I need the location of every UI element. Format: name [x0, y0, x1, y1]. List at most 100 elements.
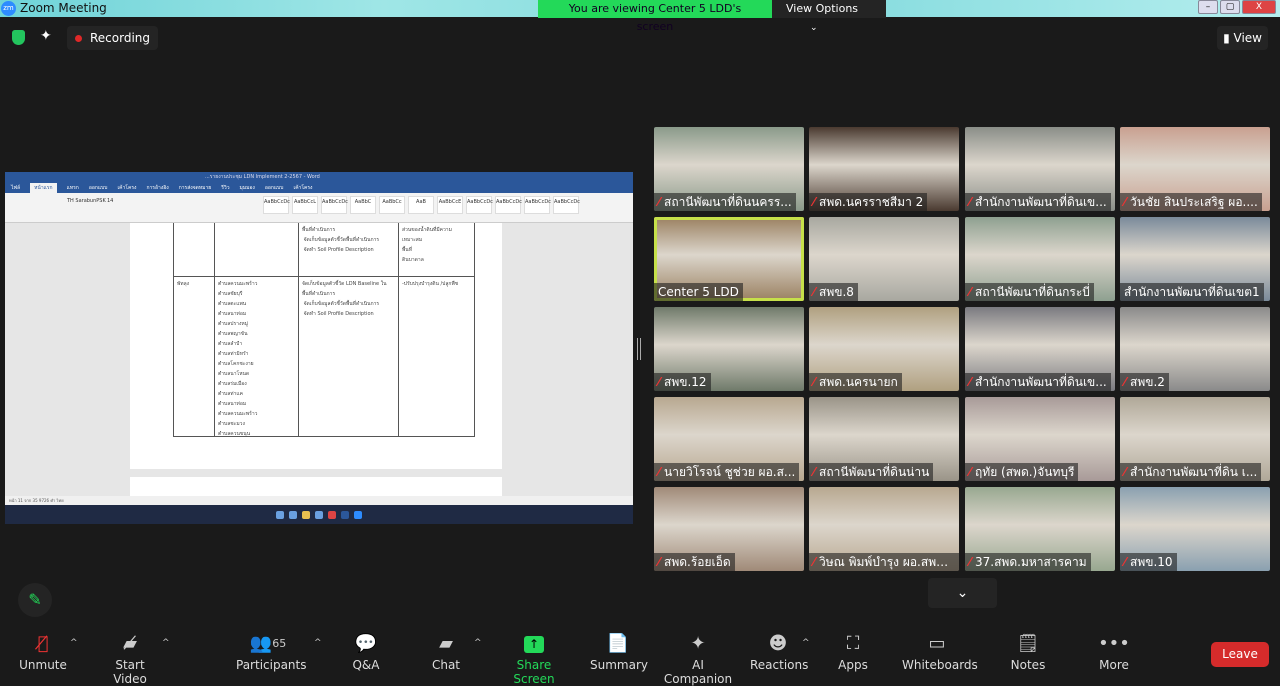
participant-name-tag: ⁄ สพด.ร้อยเอ็ด	[654, 553, 735, 571]
close-button[interactable]: X	[1242, 0, 1276, 14]
ai-sparkle-icon[interactable]: ✦	[40, 28, 52, 44]
participant-name: สพข.12	[664, 375, 707, 389]
participant-name-tag: ⁄ สพข.2	[1120, 373, 1169, 391]
participant-name: สพข.2	[1130, 375, 1165, 389]
gallery-next-page-button[interactable]: ⌄	[928, 578, 997, 608]
participant-name: 37.สพด.มหาสารคาม	[975, 555, 1087, 569]
participant-video-tile[interactable]: ⁄ สถานีพัฒนาที่ดินกระบี่	[965, 217, 1115, 301]
mic-muted-icon: ⁄	[969, 555, 972, 569]
style-preset: AaBbCcL	[292, 196, 318, 214]
participant-video-tile[interactable]: ⁄ นายวิโรจน์ ชูช่วย ผอ.ส...	[654, 397, 804, 481]
recording-indicator[interactable]: Recording	[67, 26, 159, 50]
qa-button[interactable]: 💬 Q&A	[346, 630, 386, 675]
chat-icon: ▰	[439, 633, 453, 654]
participant-video-tile[interactable]: ⁄ วันชัย สินประเสริฐ ผอ....	[1120, 127, 1270, 211]
more-dots-icon: •••	[1098, 633, 1130, 654]
annotate-pen-button[interactable]: ✎	[18, 583, 52, 617]
leave-button[interactable]: Leave	[1211, 642, 1269, 667]
participant-name-tag: ⁄ สถานีพัฒนาที่ดินนครร...	[654, 193, 796, 211]
participant-video-tile[interactable]: ⁄ สถานีพัฒนาที่ดินน่าน	[809, 397, 959, 481]
chat-caret[interactable]: ^	[474, 638, 482, 648]
view-button[interactable]: ▮ View	[1217, 26, 1268, 50]
word-tab: หน้าแรก	[30, 183, 57, 193]
word-tab: เค้าโครง	[117, 185, 137, 191]
table-cell: พัทลุง	[177, 281, 190, 287]
participant-name-tag: ⁄ สำนักงานพัฒนาที่ดิน เ...	[1120, 463, 1262, 481]
participants-icon: 👥65	[249, 633, 287, 654]
word-tab: ออกแบบ	[88, 185, 108, 191]
minimize-button[interactable]: –	[1198, 0, 1218, 14]
participants-label: Participants	[236, 658, 307, 672]
participant-video-tile[interactable]: ⁄ สพด.นครนายก	[809, 307, 959, 391]
audio-options-caret[interactable]: ^	[70, 638, 78, 648]
unmute-label: Unmute	[19, 658, 67, 672]
participant-video-tile[interactable]: ⁄ สพข.12	[654, 307, 804, 391]
maximize-button[interactable]: ▢	[1220, 0, 1240, 14]
reactions-label: Reactions	[750, 658, 809, 672]
participant-video-tile[interactable]: ⁄ วิษณ พิมพ์บำรุง ผอ.สพด...	[809, 487, 959, 571]
chat-button[interactable]: ▰ Chat	[426, 630, 466, 675]
video-options-caret[interactable]: ^	[162, 638, 170, 648]
style-preset: AaBbCcE	[437, 196, 463, 214]
start-video-button[interactable]: ▰̸ Start Video	[98, 630, 162, 686]
mic-muted-icon: ⁄	[969, 285, 972, 299]
document-table: พื้นที่ดำเนินการ จัดเก็บข้อมูลตัวชี้วัดพ…	[173, 223, 475, 437]
apps-icon: ⛶	[846, 633, 860, 654]
style-preset: AaBbCcDc	[495, 196, 522, 214]
participant-video-tile[interactable]: ⁄ สพข.8	[809, 217, 959, 301]
participant-name: สถานีพัฒนาที่ดินนครร...	[664, 195, 792, 209]
mic-muted-icon: ⁄	[658, 555, 661, 569]
participant-name-tag: ⁄ สพข.10	[1120, 553, 1177, 571]
participant-video-tile[interactable]: ⁄ สพด.นครราชสีมา 2	[809, 127, 959, 211]
mic-muted-icon: ⁄	[969, 375, 972, 389]
participant-name: สพด.นครราชสีมา 2	[819, 195, 924, 209]
ai-companion-button[interactable]: ✦ AI Companion	[660, 630, 736, 686]
more-button[interactable]: ••• More	[1094, 630, 1134, 675]
participant-video-tile[interactable]: Center 5 LDD	[654, 217, 804, 301]
video-off-icon: ▰̸	[123, 633, 137, 654]
participant-name-tag: ⁄ สพด.นครราชสีมา 2	[809, 193, 928, 211]
notes-icon: 🗒	[1016, 633, 1040, 654]
microphone-muted-icon: 🎙̸	[37, 633, 49, 654]
participant-video-tile[interactable]: สำนักงานพัฒนาที่ดินเขต1	[1120, 217, 1270, 301]
notes-button[interactable]: 🗒 Notes	[1008, 630, 1048, 675]
participant-name: สพข.10	[1130, 555, 1173, 569]
summary-button[interactable]: 📄 Summary	[590, 630, 648, 675]
whiteboards-button[interactable]: ▭ Whiteboards	[902, 630, 978, 675]
shared-screen[interactable]: ...รายงานประชุม LDN Implement 2-2567 - W…	[5, 172, 633, 524]
participant-name: สำนักงานพัฒนาที่ดิน เ...	[1130, 465, 1258, 479]
reactions-button[interactable]: ☻ Reactions	[750, 630, 809, 675]
window-title-bar: zm Zoom Meeting You are viewing Center 5…	[0, 0, 1280, 33]
search-icon	[289, 510, 297, 519]
share-screen-button[interactable]: ↑ Share Screen	[498, 630, 570, 686]
unmute-button[interactable]: 🎙̸ Unmute	[18, 630, 68, 675]
view-options-button[interactable]: View Options ⌄	[772, 0, 886, 33]
participant-video-tile[interactable]: ⁄ สำนักงานพัฒนาที่ดินเข...	[965, 307, 1115, 391]
participant-name: สถานีพัฒนาที่ดินกระบี่	[975, 285, 1090, 299]
style-preset: AaB	[408, 196, 434, 214]
participant-video-tile[interactable]: ⁄ สถานีพัฒนาที่ดินนครร...	[654, 127, 804, 211]
share-arrow-icon: ↑	[524, 635, 544, 653]
reactions-caret[interactable]: ^	[802, 638, 810, 648]
styles-gallery: AaBbCcDc AaBbCcL AaBbCcDc AaBbC AaBbCc AaB AaB…	[263, 196, 580, 214]
participants-caret[interactable]: ^	[314, 638, 322, 648]
participant-video-tile[interactable]: ⁄ สำนักงานพัฒนาที่ดินเข...	[965, 127, 1115, 211]
grid-icon: ▮	[1223, 31, 1234, 45]
participant-video-tile[interactable]: ⁄ สพด.ร้อยเอ็ด	[654, 487, 804, 571]
splitter-handle[interactable]	[637, 338, 641, 360]
security-shield-icon[interactable]	[12, 30, 25, 45]
apps-button[interactable]: ⛶ Apps	[833, 630, 873, 675]
participant-video-tile[interactable]: ⁄ 37.สพด.มหาสารคาม	[965, 487, 1115, 571]
participant-video-tile[interactable]: ⁄ ฤทัย (สพด.)จันทบุรี	[965, 397, 1115, 481]
participant-name-tag: สำนักงานพัฒนาที่ดินเขต1	[1120, 283, 1264, 301]
pen-icon: ✎	[28, 590, 42, 609]
participant-name-tag: ⁄ 37.สพด.มหาสารคาม	[965, 553, 1091, 571]
document-page: พื้นที่ดำเนินการ จัดเก็บข้อมูลตัวชี้วัดพ…	[130, 223, 502, 469]
word-ribbon: TH SarabunPSK 14 AaBbCcDc AaBbCcL AaBbCcDc…	[5, 193, 633, 223]
participant-video-tile[interactable]: ⁄ สพข.10	[1120, 487, 1270, 571]
ai-companion-label: AI Companion	[663, 658, 733, 686]
participant-video-tile[interactable]: ⁄ สพข.2	[1120, 307, 1270, 391]
participants-button[interactable]: 👥65 Participants	[236, 630, 307, 675]
participant-name: นายวิโรจน์ ชูช่วย ผอ.ส...	[664, 465, 796, 479]
participant-video-tile[interactable]: ⁄ สำนักงานพัฒนาที่ดิน เ...	[1120, 397, 1270, 481]
